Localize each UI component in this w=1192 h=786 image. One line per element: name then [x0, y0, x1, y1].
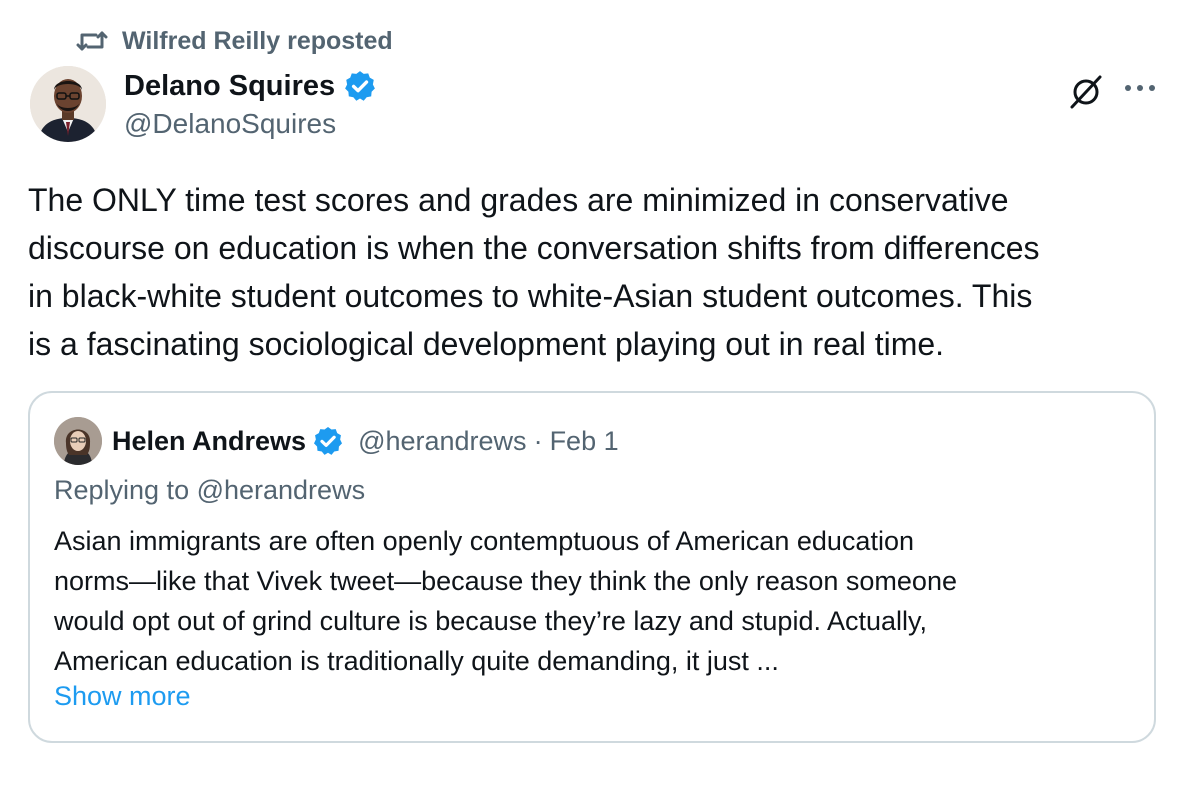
quoted-tweet-text: Asian immigrants are often openly contem… — [54, 526, 957, 676]
tweet-text: The ONLY time test scores and grades are… — [28, 182, 1040, 362]
grok-icon[interactable] — [1068, 74, 1104, 110]
quoted-author-handle: @herandrews — [358, 425, 527, 456]
quoted-tweet-header: Helen Andrews @herandrews · Feb 1 — [54, 417, 619, 465]
quoted-author-name: Helen Andrews — [112, 425, 307, 456]
verified-badge-icon — [345, 71, 375, 101]
separator-dot: · — [533, 425, 543, 456]
show-more-link[interactable]: Show more — [54, 681, 191, 712]
author-name[interactable]: Delano Squires — [124, 70, 335, 103]
author-name-row[interactable]: Delano Squires — [124, 66, 377, 106]
author-handle[interactable]: @DelanoSquires — [124, 108, 336, 140]
verified-badge-icon — [314, 427, 343, 455]
quoted-tweet-date: Feb 1 — [549, 425, 619, 456]
author-avatar[interactable] — [30, 66, 106, 142]
repost-label: Wilfred Reilly reposted — [122, 26, 393, 55]
repost-indicator[interactable]: Wilfred Reilly reposted — [76, 26, 393, 56]
quoted-author-avatar — [54, 417, 102, 465]
repost-icon — [76, 27, 108, 55]
quoted-tweet-card[interactable]: Helen Andrews @herandrews · Feb 1 Replyi… — [28, 391, 1156, 743]
replying-to-label: Replying to @herandrews — [54, 475, 366, 505]
more-options-icon[interactable] — [1122, 80, 1158, 96]
